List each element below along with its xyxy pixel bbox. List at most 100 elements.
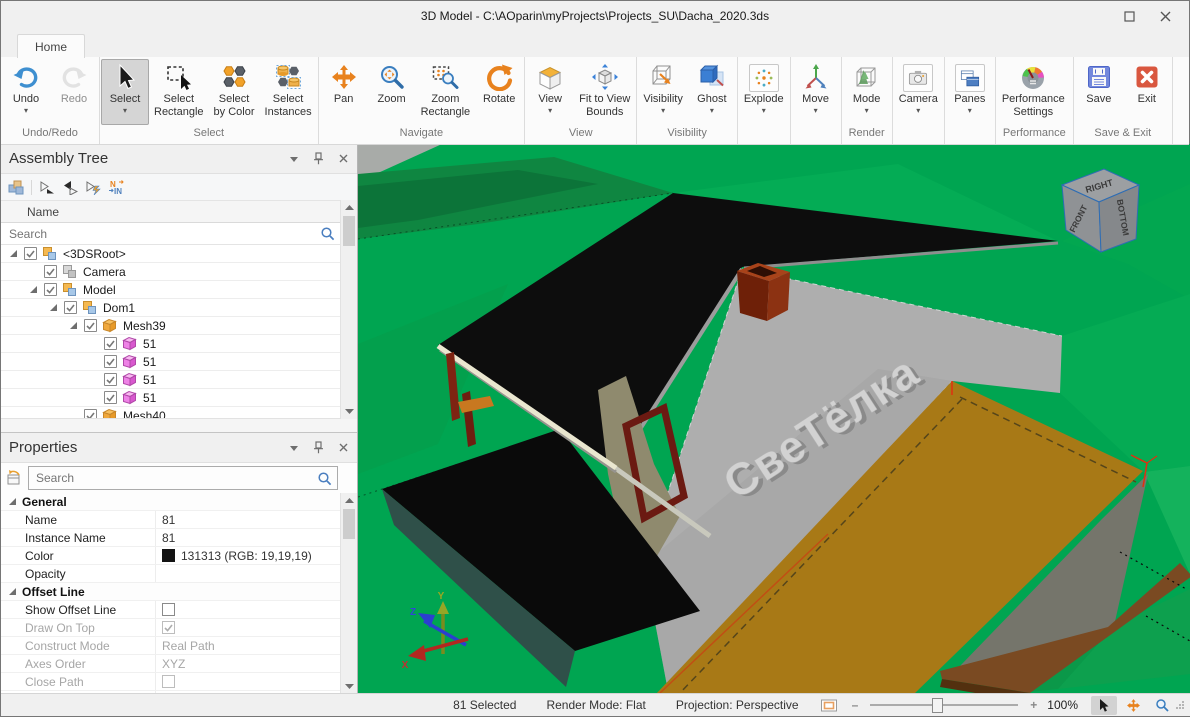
- value-checkbox[interactable]: [162, 675, 175, 688]
- node-checkbox[interactable]: [84, 409, 97, 418]
- expander-icon[interactable]: [27, 285, 39, 294]
- expander-icon[interactable]: [67, 321, 79, 330]
- zoom-mode-button[interactable]: [1149, 696, 1175, 715]
- zoom-rectangle-button[interactable]: ZoomRectangle: [416, 59, 476, 125]
- zoom-button[interactable]: Zoom: [368, 59, 416, 125]
- tree-node-model[interactable]: Model: [1, 281, 340, 299]
- pin-icon[interactable]: [312, 441, 325, 454]
- panes-button[interactable]: Panes▾: [946, 59, 994, 125]
- property-row-opacity[interactable]: Opacity: [1, 565, 340, 583]
- visibility-button[interactable]: Visibility▾: [638, 59, 688, 125]
- close-panel-icon[interactable]: [338, 153, 349, 164]
- select-mode-button[interactable]: [1091, 696, 1117, 715]
- select-instances-button[interactable]: SelectInstances: [260, 59, 317, 125]
- properties-search-input[interactable]: [34, 470, 317, 486]
- scroll-down-icon[interactable]: [341, 679, 357, 694]
- property-value[interactable]: 131313 (RGB: 19,19,19): [156, 547, 340, 564]
- property-row-color[interactable]: Color131313 (RGB: 19,19,19): [1, 547, 340, 565]
- camera-button[interactable]: Camera▾: [894, 59, 943, 125]
- fit-page-icon[interactable]: [821, 699, 838, 712]
- resize-grip[interactable]: [1175, 700, 1185, 710]
- tree-node-3dsroot[interactable]: <3DSRoot>: [1, 245, 340, 263]
- expander-icon[interactable]: [7, 249, 19, 258]
- tree-node-51[interactable]: 51: [1, 371, 340, 389]
- property-value[interactable]: [156, 565, 340, 582]
- property-row-axes-order[interactable]: Axes OrderXYZ: [1, 655, 340, 673]
- node-checkbox[interactable]: [24, 247, 37, 260]
- select-rectangle-button[interactable]: SelectRectangle: [149, 59, 209, 125]
- redo-button[interactable]: Redo: [50, 59, 98, 125]
- value-checkbox[interactable]: [162, 621, 175, 634]
- tree-node-mesh39[interactable]: Mesh39: [1, 317, 340, 335]
- node-checkbox[interactable]: [104, 337, 117, 350]
- node-checkbox[interactable]: [104, 391, 117, 404]
- expand-children-icon[interactable]: [39, 179, 55, 195]
- exit-button[interactable]: Exit: [1123, 59, 1171, 125]
- maximize-button[interactable]: [1111, 3, 1147, 29]
- node-checkbox[interactable]: [44, 265, 57, 278]
- tree-node-mesh40[interactable]: Mesh40: [1, 407, 340, 418]
- property-row-close-path[interactable]: Close Path: [1, 673, 340, 691]
- zoom-in-button[interactable]: +: [1030, 698, 1037, 712]
- property-value[interactable]: 81: [156, 529, 340, 546]
- section-collapse-icon[interactable]: [1, 583, 22, 600]
- search-icon[interactable]: [320, 226, 335, 241]
- collapse-children-icon[interactable]: [62, 179, 78, 195]
- tree-node-51[interactable]: 51: [1, 353, 340, 371]
- property-row-instance-name[interactable]: Instance Name81: [1, 529, 340, 547]
- node-checkbox[interactable]: [84, 319, 97, 332]
- scroll-up-icon[interactable]: [341, 200, 357, 215]
- sync-selection-icon[interactable]: [85, 179, 101, 195]
- pan-button[interactable]: Pan: [320, 59, 368, 125]
- search-icon[interactable]: [317, 471, 332, 486]
- tree-node-51[interactable]: 51: [1, 335, 340, 353]
- pin-icon[interactable]: [312, 152, 325, 165]
- assembly-cubes-icon[interactable]: [8, 179, 24, 195]
- explode-button[interactable]: Explode▾: [739, 59, 789, 125]
- move-button[interactable]: Move▾: [792, 59, 840, 125]
- property-categories-icon[interactable]: [6, 470, 22, 486]
- viewport-3d[interactable]: СвеТёлка СвеТёлка: [358, 144, 1190, 695]
- scrollbar-thumb[interactable]: [343, 216, 355, 246]
- property-value[interactable]: [156, 619, 340, 636]
- chimney[interactable]: [737, 263, 790, 321]
- node-checkbox[interactable]: [104, 373, 117, 386]
- zoom-slider[interactable]: [870, 704, 1018, 706]
- close-button[interactable]: [1147, 3, 1183, 29]
- scrollbar-thumb[interactable]: [343, 509, 355, 539]
- panel-menu-chevron-icon[interactable]: [289, 155, 299, 163]
- property-row-name[interactable]: Name81: [1, 511, 340, 529]
- fit-to-view-bounds-button[interactable]: Fit to ViewBounds: [574, 59, 635, 125]
- property-section-offset-line[interactable]: Offset Line: [1, 583, 340, 601]
- pan-mode-button[interactable]: [1120, 696, 1146, 715]
- select-button[interactable]: Select▾: [101, 59, 149, 125]
- node-checkbox[interactable]: [44, 283, 57, 296]
- node-checkbox[interactable]: [64, 301, 77, 314]
- property-row-show-offset-line[interactable]: Show Offset Line: [1, 601, 340, 619]
- property-value[interactable]: 81: [156, 511, 340, 528]
- tree-scrollbar[interactable]: [340, 200, 357, 419]
- tree-column-header-name[interactable]: Name: [1, 201, 340, 223]
- close-panel-icon[interactable]: [338, 442, 349, 453]
- select-by-color-button[interactable]: Selectby Color: [209, 59, 260, 125]
- property-section-general[interactable]: General: [1, 493, 340, 511]
- property-value[interactable]: Real Path: [156, 637, 340, 654]
- zoom-out-button[interactable]: –: [852, 698, 859, 712]
- zoom-slider-thumb[interactable]: [932, 698, 943, 713]
- isolate-in-icon[interactable]: NIN: [108, 179, 126, 195]
- view-button[interactable]: View▾: [526, 59, 574, 125]
- tree-node-51[interactable]: 51: [1, 389, 340, 407]
- tree-search-input[interactable]: [7, 226, 318, 242]
- scroll-down-icon[interactable]: [341, 404, 357, 419]
- node-checkbox[interactable]: [104, 355, 117, 368]
- scroll-up-icon[interactable]: [341, 493, 357, 508]
- undo-button[interactable]: Undo▾: [2, 59, 50, 125]
- performance-settings-button[interactable]: PerformanceSettings: [997, 59, 1070, 125]
- value-checkbox[interactable]: [162, 603, 175, 616]
- save-button[interactable]: Save: [1075, 59, 1123, 125]
- property-value[interactable]: [156, 601, 340, 618]
- section-collapse-icon[interactable]: [1, 493, 22, 510]
- ghost-button[interactable]: Ghost▾: [688, 59, 736, 125]
- rotate-button[interactable]: Rotate: [475, 59, 523, 125]
- property-value[interactable]: XYZ: [156, 655, 340, 672]
